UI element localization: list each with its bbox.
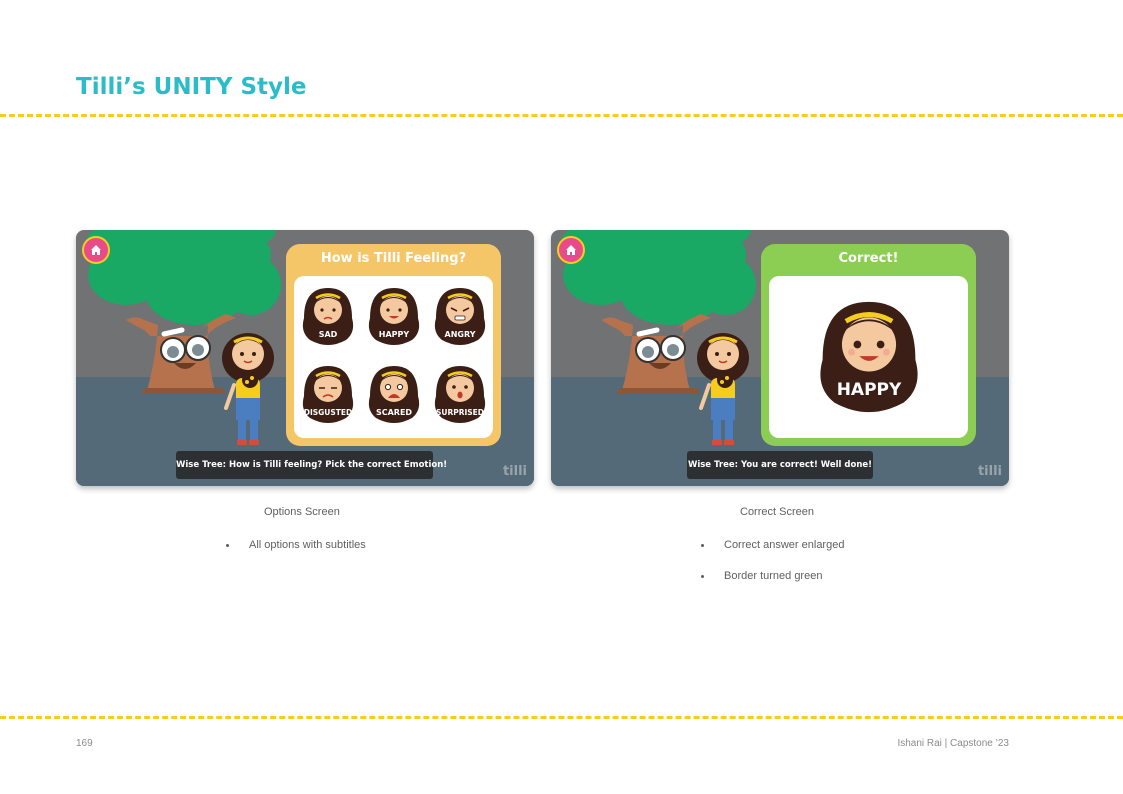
bullet-dot bbox=[226, 544, 229, 547]
options-bullet-1: All options with subtitles bbox=[249, 539, 366, 551]
subtitle-bar: Wise Tree: You are correct! Well done! bbox=[687, 451, 873, 479]
home-button[interactable] bbox=[557, 236, 585, 264]
face-answer-happy: HAPPY bbox=[811, 296, 927, 420]
face-option-happy[interactable]: HAPPY bbox=[364, 286, 424, 348]
face-label: HAPPY bbox=[378, 330, 410, 339]
home-icon bbox=[566, 245, 576, 255]
face-label: SURPRISED bbox=[435, 408, 485, 417]
face-label: SAD bbox=[318, 330, 338, 339]
wise-tree-canopy bbox=[561, 230, 756, 325]
correct-screen-caption: Correct Screen bbox=[740, 506, 814, 518]
tilli-watermark: tilli bbox=[502, 464, 527, 479]
wise-tree-canopy bbox=[86, 230, 281, 325]
tilli-watermark: tilli bbox=[977, 464, 1002, 479]
face-label: DISGUSTED bbox=[303, 408, 353, 417]
panel-title: How is Tilli Feeling? bbox=[320, 251, 467, 266]
top-dashed-divider bbox=[0, 114, 1123, 117]
face-label: ANGRY bbox=[444, 330, 476, 339]
correct-panel: Correct! HAPPY bbox=[761, 244, 976, 446]
face-option-surprised[interactable]: SURPRISED bbox=[430, 364, 490, 426]
home-icon bbox=[91, 245, 101, 255]
bullet-dot bbox=[701, 544, 704, 547]
options-screen-screenshot: How is Tilli Feeling? SAD HAPPY ANGRY DI… bbox=[76, 230, 534, 486]
subtitle-bar: Wise Tree: How is Tilli feeling? Pick th… bbox=[176, 451, 447, 479]
face-option-scared[interactable]: SCARED bbox=[364, 364, 424, 426]
page-title: Tilli’s UNITY Style bbox=[76, 74, 307, 100]
bullet-dot bbox=[701, 575, 704, 578]
happy-face-icon bbox=[820, 301, 918, 413]
question-panel: How is Tilli Feeling? SAD HAPPY ANGRY DI… bbox=[286, 244, 501, 446]
tilli-character bbox=[697, 333, 749, 445]
options-screen-caption: Options Screen bbox=[264, 506, 340, 518]
correct-bullet-2: Border turned green bbox=[724, 570, 823, 582]
options-grid: SAD HAPPY ANGRY DISGUSTED SCARED SURPRIS… bbox=[294, 276, 493, 438]
face-label: SCARED bbox=[375, 408, 413, 417]
answer-area: HAPPY bbox=[769, 276, 968, 438]
tilli-character bbox=[222, 333, 274, 445]
home-button[interactable] bbox=[82, 236, 110, 264]
answer-label: HAPPY bbox=[836, 380, 902, 400]
correct-bullet-1: Correct answer enlarged bbox=[724, 539, 845, 551]
face-option-angry[interactable]: ANGRY bbox=[430, 286, 490, 348]
panel-title: Correct! bbox=[838, 251, 899, 266]
bottom-dashed-divider bbox=[0, 716, 1123, 719]
correct-screen-screenshot: Correct! HAPPY Wise Tree: You are correc… bbox=[551, 230, 1009, 486]
footer-credit: Ishani Rai | Capstone ’23 bbox=[897, 738, 1009, 749]
page-number: 169 bbox=[76, 738, 93, 749]
face-option-sad[interactable]: SAD bbox=[298, 286, 358, 348]
face-option-disgusted[interactable]: DISGUSTED bbox=[298, 364, 358, 426]
